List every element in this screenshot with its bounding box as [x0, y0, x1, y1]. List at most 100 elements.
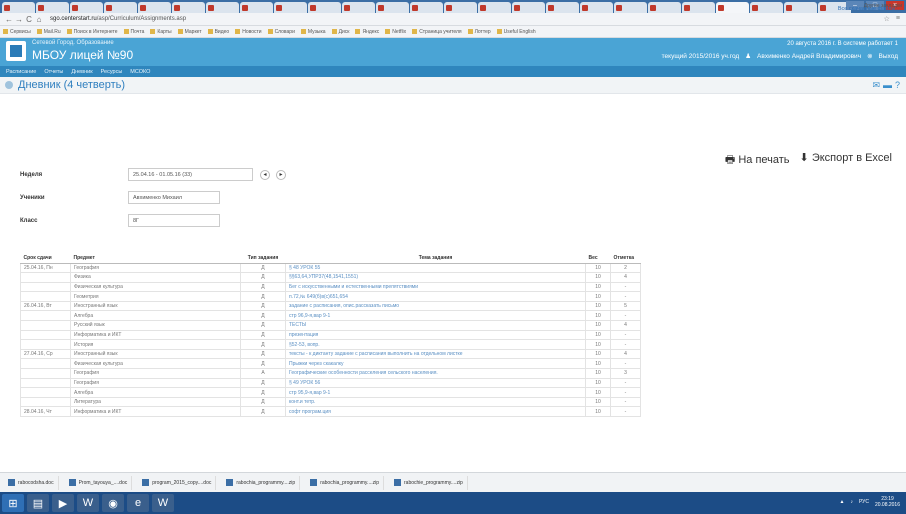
school-year[interactable]: текущий 2015/2016 уч.год — [662, 53, 740, 60]
bookmark-item[interactable]: Useful English — [496, 29, 536, 35]
bookmark-item[interactable]: Музыка — [300, 29, 326, 35]
browser-tab[interactable] — [376, 2, 409, 13]
logout-link[interactable]: Выход — [879, 53, 898, 60]
table-cell[interactable]: софт програм.ция — [285, 406, 586, 417]
browser-tab[interactable] — [206, 2, 239, 13]
bookmark-item[interactable]: Netflix — [385, 29, 406, 35]
table-cell[interactable]: задание с расписания, опис.рассказать пи… — [285, 300, 586, 312]
browser-tab[interactable] — [478, 2, 511, 13]
browser-tab[interactable] — [342, 2, 375, 13]
forward-arrow-icon[interactable]: → — [14, 15, 24, 24]
reload-icon[interactable]: C — [24, 15, 34, 24]
download-item[interactable]: Prom_tayouya_....doc — [65, 475, 133, 490]
browser-tab[interactable] — [546, 2, 579, 13]
messages-icon[interactable]: ✉ — [872, 80, 880, 91]
table-cell[interactable]: § 48 УРОК 55 — [285, 262, 586, 274]
class-select[interactable]: 8Г — [128, 214, 220, 227]
bookmark-item[interactable]: Страница учителя — [412, 29, 462, 35]
menu-item[interactable]: Дневник — [71, 69, 92, 75]
table-cell[interactable]: ТЕСТЫ — [285, 320, 586, 331]
table-cell[interactable]: тексты - к диктанту задание с расписания… — [285, 348, 586, 360]
browser-tab[interactable] — [444, 2, 477, 13]
language-indicator[interactable]: РУС — [859, 499, 869, 505]
table-cell[interactable]: § 49 УРОК 56 — [285, 377, 586, 389]
media-icon[interactable]: ▶ — [52, 494, 74, 512]
browser-tab[interactable] — [750, 2, 783, 13]
chrome-icon[interactable]: ◉ — [102, 494, 124, 512]
column-header: Предмет — [70, 253, 241, 264]
download-item[interactable]: rabochie_programmy....zip — [390, 475, 468, 490]
bookmark-item[interactable]: Карты — [150, 29, 172, 35]
table-cell[interactable]: конт.и тетр. — [285, 396, 586, 408]
word-doc-icon[interactable]: W — [152, 494, 174, 512]
menu-item[interactable]: МСОКО — [130, 69, 150, 75]
menu-item[interactable]: Расписание — [6, 69, 36, 75]
start-button[interactable]: ⊞ — [2, 494, 24, 512]
bookmark-item[interactable]: Диск — [331, 29, 349, 35]
download-item[interactable]: rabochia_programmy....zip — [222, 475, 301, 490]
ie-icon[interactable]: e — [127, 494, 149, 512]
bookmark-item[interactable]: Почта — [123, 29, 144, 35]
browser-tab[interactable] — [580, 2, 613, 13]
browser-tab[interactable] — [274, 2, 307, 13]
week-prev-button[interactable]: ◂ — [260, 170, 270, 180]
star-icon[interactable]: ☆ — [884, 15, 890, 23]
table-cell[interactable]: стр 96,9-я,вар 9-1 — [285, 310, 586, 322]
bookmark-item[interactable]: Mail.Ru — [36, 29, 61, 35]
student-select[interactable]: Авхименко Михаил — [128, 191, 220, 204]
browser-tab[interactable] — [172, 2, 205, 13]
bookmark-item[interactable]: Словари — [267, 29, 295, 35]
menu-icon[interactable]: ≡ — [896, 15, 900, 23]
browser-tab[interactable] — [104, 2, 137, 13]
bookmark-item[interactable]: Лоттер — [467, 29, 491, 35]
user-name[interactable]: Авхименко Андрей Владимирович — [757, 53, 861, 60]
week-next-button[interactable]: ▸ — [276, 170, 286, 180]
menu-item[interactable]: Ресурсы — [101, 69, 123, 75]
home-icon[interactable]: ⌂ — [34, 15, 44, 24]
table-cell[interactable]: Географические особенности расселения се… — [285, 368, 586, 379]
bookmark-item[interactable]: Яндекс — [355, 29, 379, 35]
bookmark-item[interactable]: Маркет — [177, 29, 202, 35]
table-cell[interactable]: §52-53, вопр. — [285, 339, 586, 350]
browser-tab[interactable] — [138, 2, 171, 13]
export-link[interactable]: ⬇ Экспорт в Excel — [800, 151, 892, 170]
bookmark-item[interactable]: Видео — [207, 29, 229, 35]
print-link[interactable]: 🖶 На печать — [725, 151, 790, 170]
table-cell[interactable]: п.72,№ 649(б)в(с)651,654 — [285, 291, 586, 302]
browser-tab[interactable] — [716, 2, 749, 13]
week-select[interactable]: 25.04.16 - 01.05.16 (33) — [128, 168, 253, 181]
help-icon[interactable]: ? — [895, 80, 900, 91]
network-icon[interactable]: ▲ — [840, 499, 845, 505]
table-cell[interactable]: Прыжки через скакалку — [285, 358, 586, 370]
browser-tab[interactable] — [614, 2, 647, 13]
table-cell[interactable]: Бег с искусственными и естественными пре… — [285, 281, 586, 293]
volume-icon[interactable]: ♪ — [850, 499, 853, 505]
bookmark-item[interactable]: Поиск в Интернете — [66, 29, 118, 35]
back-arrow-icon[interactable]: ← — [4, 15, 14, 24]
browser-tab[interactable] — [70, 2, 103, 13]
menu-item[interactable]: Отчеты — [44, 69, 63, 75]
browser-tab[interactable] — [682, 2, 715, 13]
word-icon[interactable]: W — [77, 494, 99, 512]
browser-tab[interactable] — [308, 2, 341, 13]
table-cell[interactable]: стр 95,9-я,вар 9-1 — [285, 387, 586, 398]
back-circle-icon[interactable] — [5, 81, 13, 89]
table-cell[interactable]: презентация — [285, 329, 586, 341]
download-item[interactable]: program_2015_copy....doc — [138, 475, 217, 490]
url-field[interactable]: sgo.centerstart.ru/asp/Curriculum/Assign… — [50, 16, 186, 22]
browser-tab[interactable] — [240, 2, 273, 13]
table-cell[interactable]: §§63,64,УПР37(48,1541,1551) — [285, 272, 586, 283]
bookmark-item[interactable]: Сервисы — [3, 29, 31, 35]
mail-icon[interactable]: ▬ — [883, 80, 892, 91]
browser-tab[interactable] — [36, 2, 69, 13]
browser-tab[interactable] — [2, 2, 35, 13]
browser-tab[interactable] — [648, 2, 681, 13]
browser-tab[interactable] — [512, 2, 545, 13]
browser-tab[interactable] — [784, 2, 817, 13]
show-all-downloads-link[interactable]: Все скачанные файлы... — [838, 6, 900, 12]
bookmark-item[interactable]: Новости — [235, 29, 262, 35]
browser-tab[interactable] — [410, 2, 443, 13]
download-item[interactable]: rabochia_programmy....zip — [306, 475, 385, 490]
download-item[interactable]: rabocodsha.doc — [4, 475, 59, 490]
explorer-icon[interactable]: ▤ — [27, 494, 49, 512]
